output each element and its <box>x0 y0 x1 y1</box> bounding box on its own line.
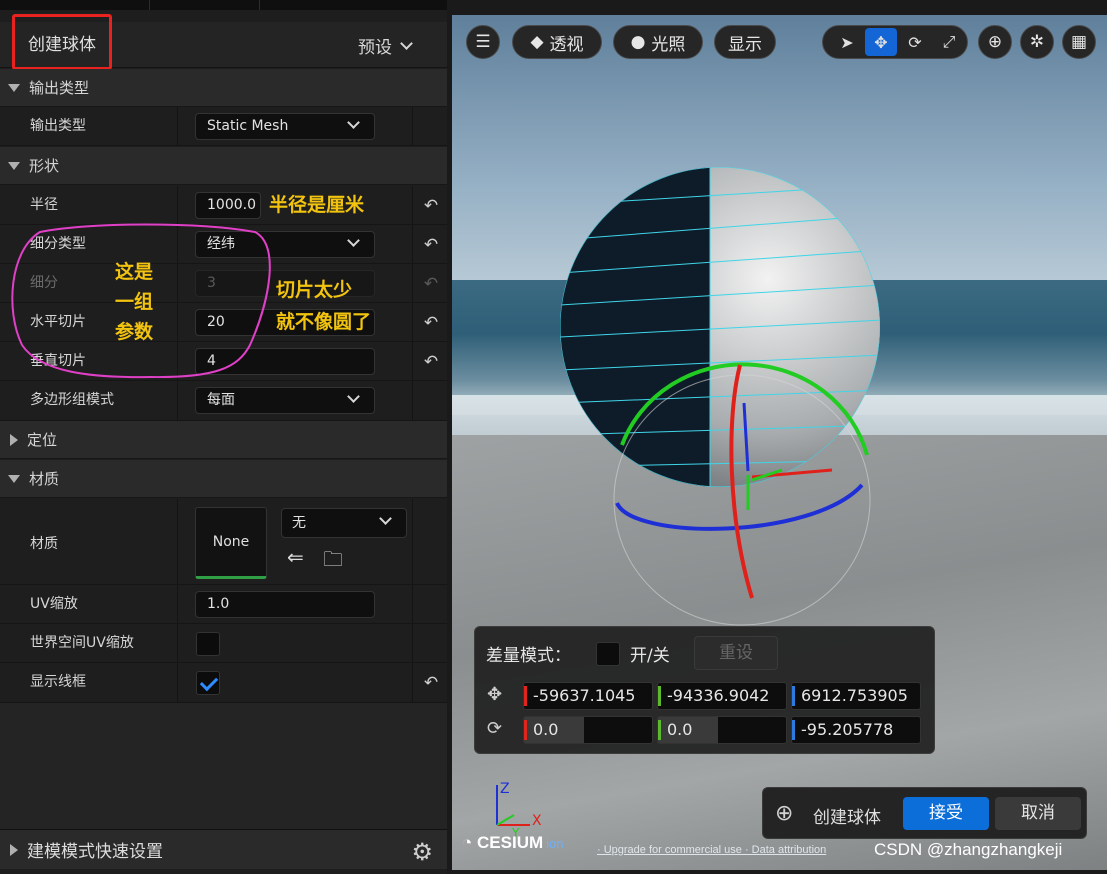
snap-button[interactable]: ✲ <box>1020 25 1054 59</box>
sphere-icon: ● <box>630 32 646 52</box>
select-arrow-icon[interactable]: ➤ <box>831 28 863 56</box>
menu-button[interactable]: ☰ <box>466 25 500 59</box>
accept-button[interactable]: 接受 <box>903 797 989 830</box>
cesium-ion-label: ion <box>546 836 564 851</box>
cesium-logo: ◔ CESIUM ion <box>462 833 564 853</box>
grid-icon: ▦ <box>1070 32 1088 52</box>
transform-tools: ➤ ✥ ⟳ ⤢ <box>822 25 968 59</box>
location-y-field[interactable]: -94336.9042 <box>657 682 787 710</box>
move-icon: ✥ <box>487 684 503 705</box>
cesium-label: CESIUM <box>477 833 544 852</box>
cancel-button[interactable]: 取消 <box>995 797 1081 830</box>
delta-title: 差量模式： <box>486 646 571 666</box>
cube-icon: ◆ <box>530 32 544 52</box>
tool-accept-bar: ⊕ 创建球体 接受 取消 <box>762 787 1087 839</box>
slices-note-1: 切片太少 <box>276 279 353 301</box>
location-x-field[interactable]: -59637.1045 <box>523 682 653 710</box>
perspective-button[interactable]: ◆ 透视 <box>512 25 602 59</box>
lighting-label: 光照 <box>651 34 686 55</box>
watermark: CSDN @zhangzhangkeji <box>874 840 1063 859</box>
perspective-label: 透视 <box>549 34 584 55</box>
axis-z-label: Z <box>500 781 510 797</box>
rotation-y-field[interactable]: 0.0 <box>657 716 787 744</box>
delta-mode-panel: 差量模式： 开/关 重设 ✥ -59637.1045 -94336.9042 6… <box>474 626 935 754</box>
lasso-annotation <box>11 223 271 379</box>
group-note-3: 参数 <box>115 321 154 343</box>
delta-on-off-label: 开/关 <box>630 646 670 666</box>
lighting-button[interactable]: ● 光照 <box>613 25 703 59</box>
tool-name-label: 创建球体 <box>813 808 881 828</box>
hamburger-icon: ☰ <box>475 32 491 52</box>
rotation-x-field[interactable]: 0.0 <box>523 716 653 744</box>
cesium-credit-links[interactable]: · Upgrade for commercial use · Data attr… <box>597 844 826 856</box>
move-icon[interactable]: ✥ <box>865 28 897 56</box>
snap-icon: ✲ <box>1029 32 1045 52</box>
rotation-z-field[interactable]: -95.205778 <box>791 716 921 744</box>
show-button[interactable]: 显示 <box>714 25 776 59</box>
cesium-logo-icon: ◔ <box>462 833 473 852</box>
delta-toggle-checkbox[interactable] <box>596 642 620 666</box>
location-z-field[interactable]: 6912.753905 <box>791 682 921 710</box>
rotate-icon[interactable]: ⟳ <box>899 28 931 56</box>
group-note-2: 一组 <box>115 291 154 313</box>
3d-viewport[interactable]: Z X Y ☰ ◆ 透视 ● 光照 显示 ➤ ✥ ⟳ ⤢ ⊕ ✲ ▦ 差量模式：… <box>452 15 1107 870</box>
delta-reset-button[interactable]: 重设 <box>694 636 778 670</box>
group-note-1: 这是 <box>115 261 154 283</box>
globe-icon: ⊕ <box>987 32 1003 52</box>
globe-icon: ⊕ <box>775 801 794 826</box>
rotate-icon: ⟳ <box>487 718 503 739</box>
sphere-dark-half <box>560 167 710 487</box>
slices-note-2: 就不像圆了 <box>276 311 372 333</box>
scale-icon[interactable]: ⤢ <box>933 28 965 56</box>
radius-note: 半径是厘米 <box>265 189 369 221</box>
world-space-button[interactable]: ⊕ <box>978 25 1012 59</box>
axis-x-label: X <box>532 813 542 829</box>
details-panel: 创建球体 预设 输出类型 输出类型 Static Mesh 形状 半径 1000… <box>0 0 447 874</box>
grid-button[interactable]: ▦ <box>1062 25 1096 59</box>
show-label: 显示 <box>728 34 762 55</box>
